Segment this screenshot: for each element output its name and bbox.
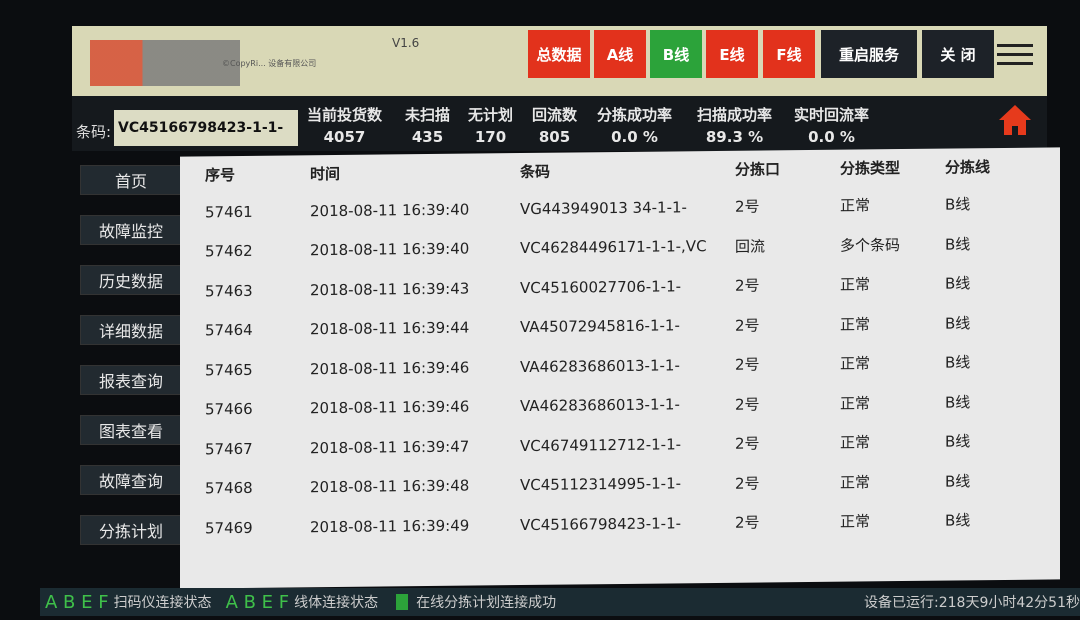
- logo: [90, 40, 240, 86]
- table-cell: 正常: [840, 315, 871, 334]
- scanner-lines-indicator: A B E F: [45, 591, 109, 613]
- stat-sort-rate: 分拣成功率 0.0 %: [597, 106, 673, 146]
- table-cell: 2018-08-11 16:39:46: [310, 397, 470, 418]
- line-status: 线体连接状态: [294, 595, 379, 611]
- sidebar-item-sort-plan[interactable]: 分拣计划: [80, 515, 182, 545]
- table-cell: 2018-08-11 16:39:40: [310, 239, 470, 260]
- table-cell: VC46284496171-1-1-,VC: [520, 237, 707, 258]
- table-cell: 57469: [205, 518, 253, 538]
- table-cell: 正常: [840, 433, 871, 452]
- line-e-button[interactable]: E线: [706, 30, 758, 78]
- table-cell: B线: [945, 195, 971, 214]
- table-cell: 2号: [735, 434, 760, 454]
- copyright: ©CopyRi... 设备有限公司: [222, 59, 317, 68]
- sort-records-table: 序号 时间 条码 分拣口 分拣类型 分拣线 57461 2018-08-11 16:39:4…: [180, 147, 1060, 589]
- table-cell: 57463: [205, 281, 253, 301]
- table-cell: 2018-08-11 16:39:49: [310, 516, 470, 536]
- table-cell: B线: [945, 472, 971, 491]
- table-cell: 57466: [205, 400, 253, 419]
- table-cell: B线: [945, 511, 971, 530]
- total-data-button[interactable]: 总数据: [528, 30, 590, 78]
- table-cell: VC46749112712-1-1-: [520, 435, 682, 455]
- table-cell: 回流: [735, 237, 766, 256]
- close-button[interactable]: 关 闭: [922, 30, 994, 78]
- stat-unscanned: 未扫描 435: [405, 106, 451, 146]
- status-bar: A B E F 扫码仪连接状态 A B E F 线体连接状态 在线分拣计划连接成…: [40, 588, 1080, 616]
- table-cell: 多个条码: [840, 235, 901, 255]
- table-cell: VC45112314995-1-1-: [520, 474, 682, 495]
- table-cell: 2018-08-11 16:39:47: [310, 437, 470, 457]
- plan-status: 在线分拣计划连接成功: [416, 595, 557, 611]
- line-f-button[interactable]: F线: [763, 30, 815, 78]
- table-cell: 正常: [840, 473, 871, 492]
- app-title: V1.6: [392, 36, 420, 50]
- table-cell: VA45072945816-1-1-: [520, 316, 680, 337]
- table-cell: VC45160027706-1-1-: [520, 277, 682, 297]
- plan-status-icon: [396, 594, 409, 610]
- stat-return-rate: 实时回流率 0.0 %: [794, 106, 870, 146]
- table-cell: 正常: [840, 354, 871, 373]
- table-cell: B线: [945, 393, 971, 412]
- table-cell: 2号: [735, 197, 760, 217]
- table-cell: 2号: [735, 395, 760, 414]
- table-cell: 2号: [735, 474, 760, 493]
- stat-loaded: 当前投货数 4057: [307, 106, 383, 146]
- uptime: 设备已运行:218天9小时42分51秒: [864, 595, 1080, 611]
- table-cell: 57464: [205, 321, 253, 340]
- table-cell: 正常: [840, 196, 871, 215]
- table-cell: 正常: [840, 394, 871, 413]
- table-cell: 正常: [840, 275, 871, 294]
- table-cell: 2018-08-11 16:39:44: [310, 318, 470, 339]
- sidebar-item-fault-query[interactable]: 故障查询: [80, 465, 182, 495]
- sidebar-item-history[interactable]: 历史数据: [80, 265, 182, 295]
- line-a-button[interactable]: A线: [594, 30, 646, 78]
- table-cell: 2018-08-11 16:39:48: [310, 476, 470, 497]
- table-cell: VG443949013 34-1-1-: [520, 198, 687, 218]
- table-cell: 57467: [205, 439, 253, 459]
- stat-scan-rate: 扫描成功率 89.3 %: [697, 106, 773, 146]
- table-row[interactable]: 57469 2018-08-11 16:39:49 VC45166798423-1-…: [180, 499, 1060, 548]
- table-cell: 2号: [735, 276, 760, 296]
- menu-icon[interactable]: [997, 38, 1033, 71]
- table-cell: B线: [945, 432, 971, 451]
- barcode-label: 条码:: [76, 123, 112, 141]
- table-cell: B线: [945, 353, 971, 372]
- table-cell: 正常: [840, 512, 871, 531]
- sidebar-item-reports[interactable]: 报表查询: [80, 365, 182, 395]
- table-cell: B线: [945, 314, 971, 333]
- sidebar-item-details[interactable]: 详细数据: [80, 315, 182, 345]
- sidebar: 首页 故障监控 历史数据 详细数据 报表查询 图表查看 故障查询 分拣计划: [70, 165, 185, 565]
- table-cell: VC45166798423-1-1-: [520, 514, 682, 534]
- table-cell: 57461: [205, 202, 253, 222]
- barcode-input[interactable]: VC45166798423-1-1-: [114, 110, 298, 146]
- table-cell: 2号: [735, 316, 760, 335]
- sidebar-item-charts[interactable]: 图表查看: [80, 415, 182, 445]
- table-cell: 2018-08-11 16:39:40: [310, 200, 470, 220]
- stat-no-plan: 无计划 170: [468, 106, 514, 146]
- table-cell: 2号: [735, 513, 760, 533]
- table-cell: 2018-08-11 16:39:43: [310, 279, 470, 299]
- table-cell: 57462: [205, 242, 253, 261]
- line-indicator: A B E F: [225, 591, 290, 613]
- sidebar-item-fault-monitor[interactable]: 故障监控: [80, 215, 182, 245]
- table-cell: VA46283686013-1-1-: [520, 356, 680, 376]
- table-cell: 2018-08-11 16:39:46: [310, 358, 470, 378]
- table-cell: 2号: [735, 355, 760, 375]
- stats-bar: 条码: VC45166798423-1-1- 当前投货数 4057 未扫描 435 …: [72, 96, 1047, 151]
- restart-service-button[interactable]: 重启服务: [821, 30, 917, 78]
- stat-return: 回流数 805: [532, 106, 578, 146]
- sidebar-item-home[interactable]: 首页: [80, 165, 182, 195]
- table-cell: 57465: [205, 360, 253, 380]
- table-cell: 57468: [205, 479, 253, 498]
- scanner-status: 扫码仪连接状态: [113, 595, 212, 611]
- table-cell: B线: [945, 235, 971, 254]
- home-icon[interactable]: [997, 102, 1033, 138]
- line-b-button[interactable]: B线: [650, 30, 702, 78]
- table-cell: B线: [945, 274, 971, 293]
- table-cell: VA46283686013-1-1-: [520, 395, 680, 416]
